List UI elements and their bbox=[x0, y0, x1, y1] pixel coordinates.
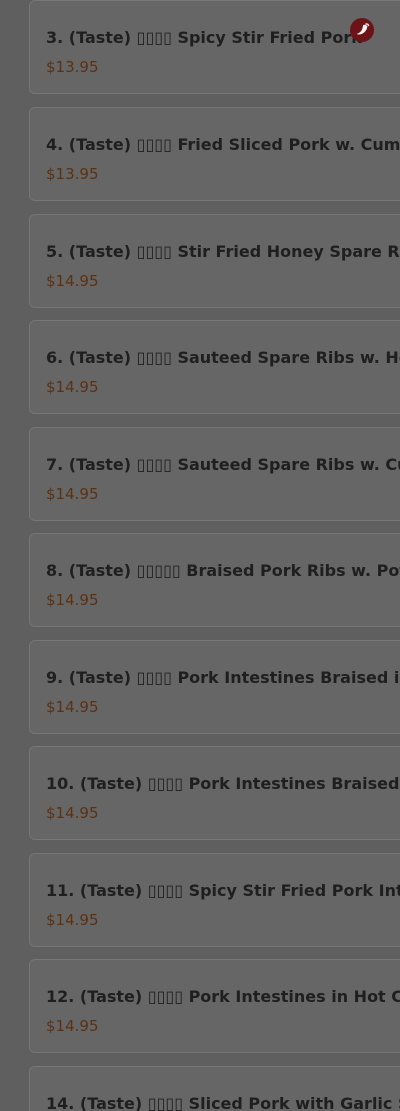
menu-item-11[interactable]: 11. (Taste) ▯▯▯▯ Spicy Stir Fried Pork I… bbox=[29, 853, 400, 947]
menu-item-name: 4. (Taste) ▯▯▯▯ Fried Sliced Pork w. Cum… bbox=[46, 135, 400, 154]
menu-item-9[interactable]: 9. (Taste) ▯▯▯▯ Pork Intestines Braised … bbox=[29, 640, 400, 734]
menu-item-name: 10. (Taste) ▯▯▯▯ Pork Intestines Braised… bbox=[46, 774, 400, 793]
menu-item-list: 3. (Taste) ▯▯▯▯ Spicy Stir Fried Pork $1… bbox=[29, 0, 400, 1111]
menu-item-price: $13.95 bbox=[46, 165, 99, 183]
menu-item-price: $14.95 bbox=[46, 804, 99, 822]
menu-item-price: $14.95 bbox=[46, 591, 99, 609]
menu-item-name: 11. (Taste) ▯▯▯▯ Spicy Stir Fried Pork I… bbox=[46, 881, 400, 900]
menu-item-price: $14.95 bbox=[46, 378, 99, 396]
menu-item-7[interactable]: 7. (Taste) ▯▯▯▯ Sauteed Spare Ribs w. Cu… bbox=[29, 427, 400, 521]
menu-item-name: 5. (Taste) ▯▯▯▯ Stir Fried Honey Spare R… bbox=[46, 242, 400, 261]
menu-item-price: $14.95 bbox=[46, 911, 99, 929]
menu-item-14[interactable]: 14. (Taste) ▯▯▯▯ Sliced Pork with Garlic… bbox=[29, 1066, 400, 1111]
menu-item-8[interactable]: 8. (Taste) ▯▯▯▯▯ Braised Pork Ribs w. Po… bbox=[29, 533, 400, 627]
menu-item-name: 12. (Taste) ▯▯▯▯ Pork Intestines in Hot … bbox=[46, 987, 400, 1006]
menu-item-name: 7. (Taste) ▯▯▯▯ Sauteed Spare Ribs w. Cu… bbox=[46, 455, 400, 474]
menu-item-6[interactable]: 6. (Taste) ▯▯▯▯ Sauteed Spare Ribs w. Ho… bbox=[29, 320, 400, 414]
menu-item-name: 9. (Taste) ▯▯▯▯ Pork Intestines Braised … bbox=[46, 668, 400, 687]
menu-item-10[interactable]: 10. (Taste) ▯▯▯▯ Pork Intestines Braised… bbox=[29, 746, 400, 840]
chili-icon-graphic bbox=[356, 23, 370, 35]
menu-item-3[interactable]: 3. (Taste) ▯▯▯▯ Spicy Stir Fried Pork $1… bbox=[29, 0, 400, 94]
menu-item-4[interactable]: 4. (Taste) ▯▯▯▯ Fried Sliced Pork w. Cum… bbox=[29, 107, 400, 201]
menu-item-name: 3. (Taste) ▯▯▯▯ Spicy Stir Fried Pork bbox=[46, 28, 362, 47]
menu-item-5[interactable]: 5. (Taste) ▯▯▯▯ Stir Fried Honey Spare R… bbox=[29, 214, 400, 308]
menu-item-name: 6. (Taste) ▯▯▯▯ Sauteed Spare Ribs w. Ho… bbox=[46, 348, 400, 367]
menu-item-price: $13.95 bbox=[46, 58, 99, 76]
menu-item-name: 8. (Taste) ▯▯▯▯▯ Braised Pork Ribs w. Po… bbox=[46, 561, 400, 580]
menu-item-price: $14.95 bbox=[46, 698, 99, 716]
menu-page: 3. (Taste) ▯▯▯▯ Spicy Stir Fried Pork $1… bbox=[0, 0, 400, 1111]
menu-item-price: $14.95 bbox=[46, 272, 99, 290]
menu-item-12[interactable]: 12. (Taste) ▯▯▯▯ Pork Intestines in Hot … bbox=[29, 959, 400, 1053]
menu-item-name: 14. (Taste) ▯▯▯▯ Sliced Pork with Garlic… bbox=[46, 1094, 400, 1111]
menu-item-price: $14.95 bbox=[46, 485, 99, 503]
chili-icon bbox=[350, 18, 374, 42]
menu-item-price: $14.95 bbox=[46, 1017, 99, 1035]
